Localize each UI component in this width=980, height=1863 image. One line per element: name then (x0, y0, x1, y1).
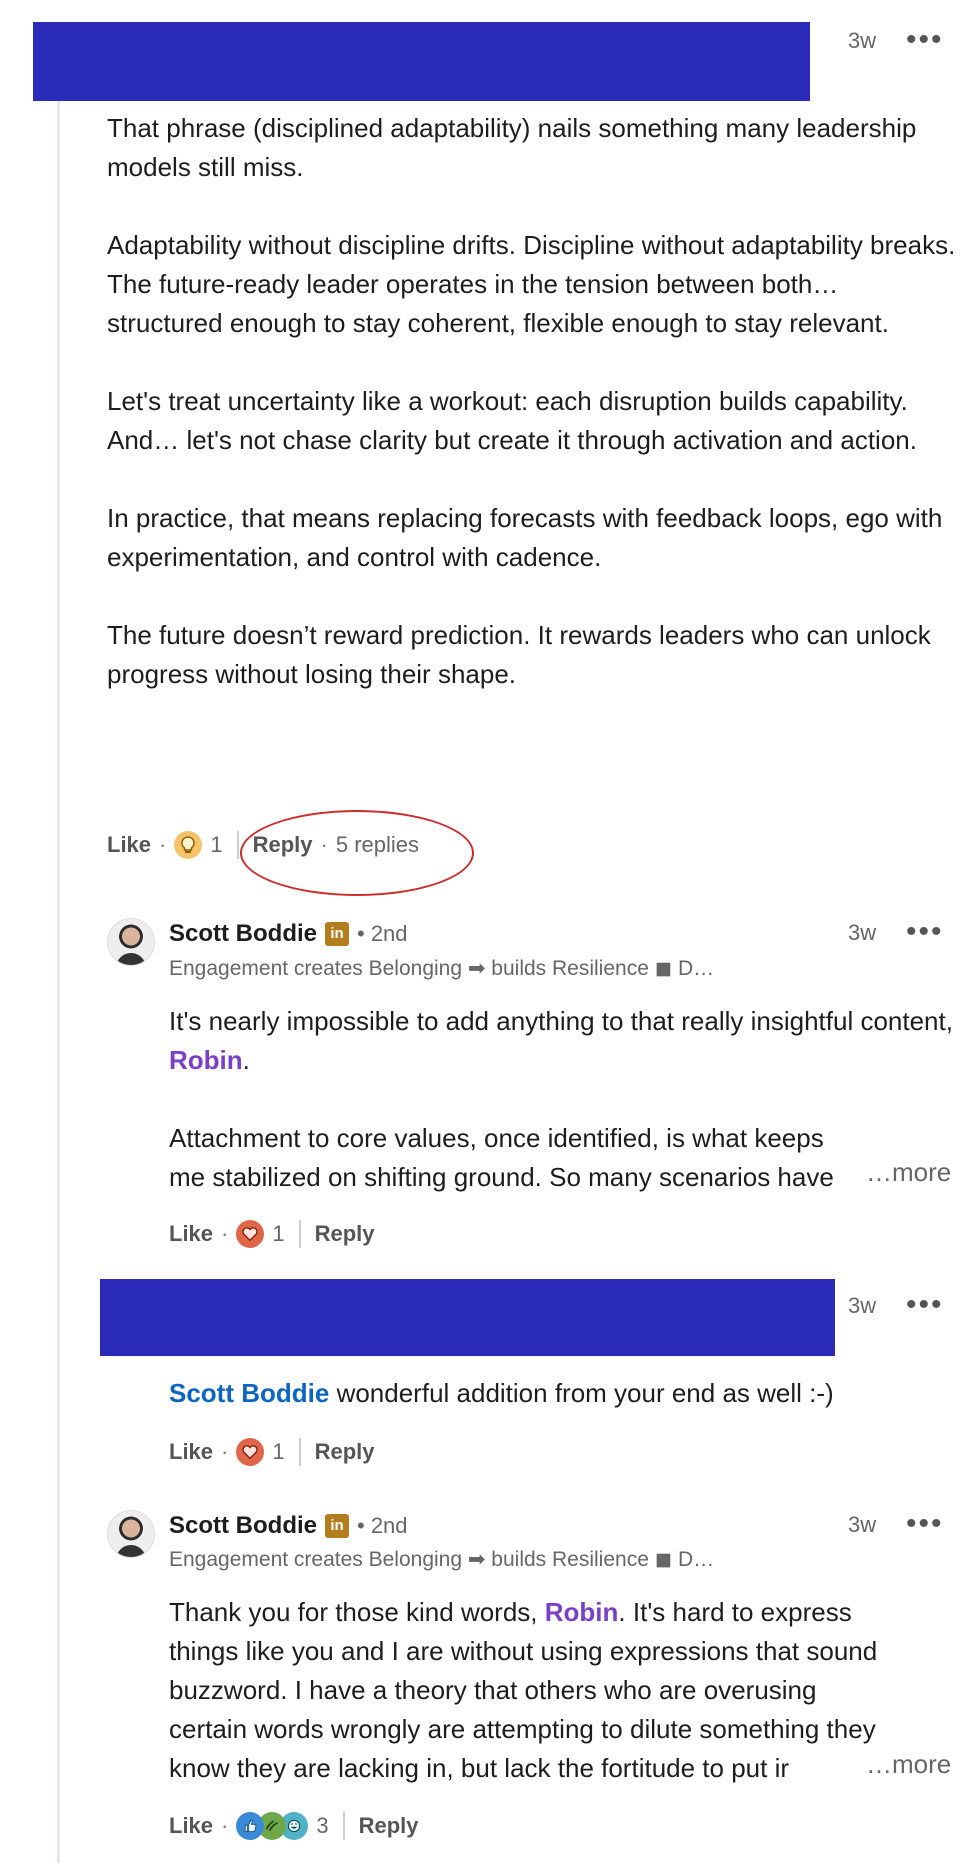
reply-button[interactable]: Reply (315, 1439, 375, 1465)
comment-paragraph: The future doesn’t reward prediction. It… (107, 620, 931, 689)
reply-text: wonderful addition from your end as well… (329, 1378, 834, 1408)
heart-icon[interactable] (236, 1438, 265, 1466)
reply-text: It's nearly impossible to add anything t… (169, 1006, 953, 1036)
reaction-count[interactable]: 1 (272, 1439, 284, 1465)
reply-timestamp: 3w (848, 920, 877, 945)
more-options-icon[interactable]: ••• (906, 1509, 944, 1539)
avatar[interactable] (107, 1510, 155, 1558)
reaction-count[interactable]: 3 (316, 1813, 328, 1839)
reaction-count[interactable]: 1 (210, 832, 222, 858)
reply-actions: Like · 1 Reply (169, 1220, 375, 1248)
reply-paragraph: Scott Boddie wonderful addition from you… (169, 1374, 959, 1413)
see-more-link[interactable]: …more (866, 1749, 951, 1780)
reply-button[interactable]: Reply (359, 1813, 419, 1839)
author-name[interactable]: Scott Boddie (169, 920, 317, 948)
connection-degree: • 2nd (357, 1513, 408, 1538)
comment-timestamp: 3w (848, 28, 877, 53)
connection-degree: • 2nd (357, 921, 408, 946)
lightbulb-icon[interactable] (174, 831, 203, 859)
comment-paragraph: In practice, that means replacing foreca… (107, 503, 943, 572)
reply-paragraph: Attachment to core values, once identifi… (169, 1123, 834, 1192)
reply-text: Thank you for those kind words, (169, 1597, 538, 1627)
mention-link[interactable]: Scott Boddie (169, 1378, 329, 1408)
like-button[interactable]: Like (169, 1221, 213, 1247)
thumbs-up-icon[interactable] (236, 1812, 265, 1840)
separator-dot: · (221, 1813, 229, 1838)
like-button[interactable]: Like (169, 1439, 213, 1465)
annotation-oval (240, 810, 474, 896)
see-more-link[interactable]: …more (866, 1157, 951, 1188)
reply-author[interactable]: Scott Boddie in • 2nd (169, 1512, 408, 1540)
author-name[interactable]: Scott Boddie (169, 1512, 317, 1540)
thread-line (57, 100, 60, 1863)
comment-paragraph: That phrase (disciplined adaptability) n… (107, 113, 917, 182)
comment-paragraph: Adaptability without discipline drifts. … (107, 230, 956, 338)
like-button[interactable]: Like (169, 1813, 213, 1839)
reaction-count[interactable]: 1 (272, 1221, 284, 1247)
reply-timestamp: 3w (848, 1512, 877, 1537)
more-options-icon[interactable]: ••• (906, 25, 944, 55)
reply-actions: Like · 3 Reply (169, 1812, 419, 1840)
reply-author[interactable]: Scott Boddie in • 2nd (169, 920, 408, 948)
heart-icon[interactable] (236, 1220, 265, 1248)
reply-body: Scott Boddie wonderful addition from you… (169, 1374, 959, 1413)
reply-paragraph: It's nearly impossible to add anything t… (169, 1002, 959, 1080)
avatar[interactable] (107, 918, 155, 966)
reply-text: . (242, 1045, 250, 1075)
more-options-icon[interactable]: ••• (906, 1290, 944, 1320)
separator-dot: · (221, 1439, 229, 1464)
like-button[interactable]: Like (107, 832, 151, 858)
reply-button[interactable]: Reply (315, 1221, 375, 1247)
reply-actions: Like · 1 Reply (169, 1438, 375, 1466)
mention-link[interactable]: Robin (545, 1597, 619, 1627)
reply-body: It's nearly impossible to add anything t… (169, 1002, 959, 1197)
redacted-author-header (100, 1279, 835, 1356)
reply-body: Thank you for those kind words, Robin. I… (169, 1593, 969, 1788)
reply-timestamp: 3w (848, 1293, 877, 1318)
comment-body: That phrase (disciplined adaptability) n… (107, 109, 957, 694)
actions-divider (298, 1220, 301, 1248)
author-headline: Engagement creates Belonging ➡ builds Re… (169, 957, 715, 980)
actions-divider (236, 831, 239, 859)
separator-dot: · (221, 1221, 229, 1246)
actions-divider (298, 1438, 301, 1466)
linkedin-premium-icon: in (325, 1514, 349, 1538)
comment-paragraph: Let's treat uncertainty like a workout: … (107, 386, 917, 455)
actions-divider (342, 1812, 345, 1840)
mention-link[interactable]: Robin (169, 1045, 243, 1075)
linkedin-premium-icon: in (325, 922, 349, 946)
redacted-author-header (33, 22, 810, 101)
separator-dot: · (159, 832, 167, 857)
author-headline: Engagement creates Belonging ➡ builds Re… (169, 1548, 715, 1571)
more-options-icon[interactable]: ••• (906, 917, 944, 947)
reply-paragraph: Thank you for those kind words, Robin. I… (169, 1593, 969, 1788)
